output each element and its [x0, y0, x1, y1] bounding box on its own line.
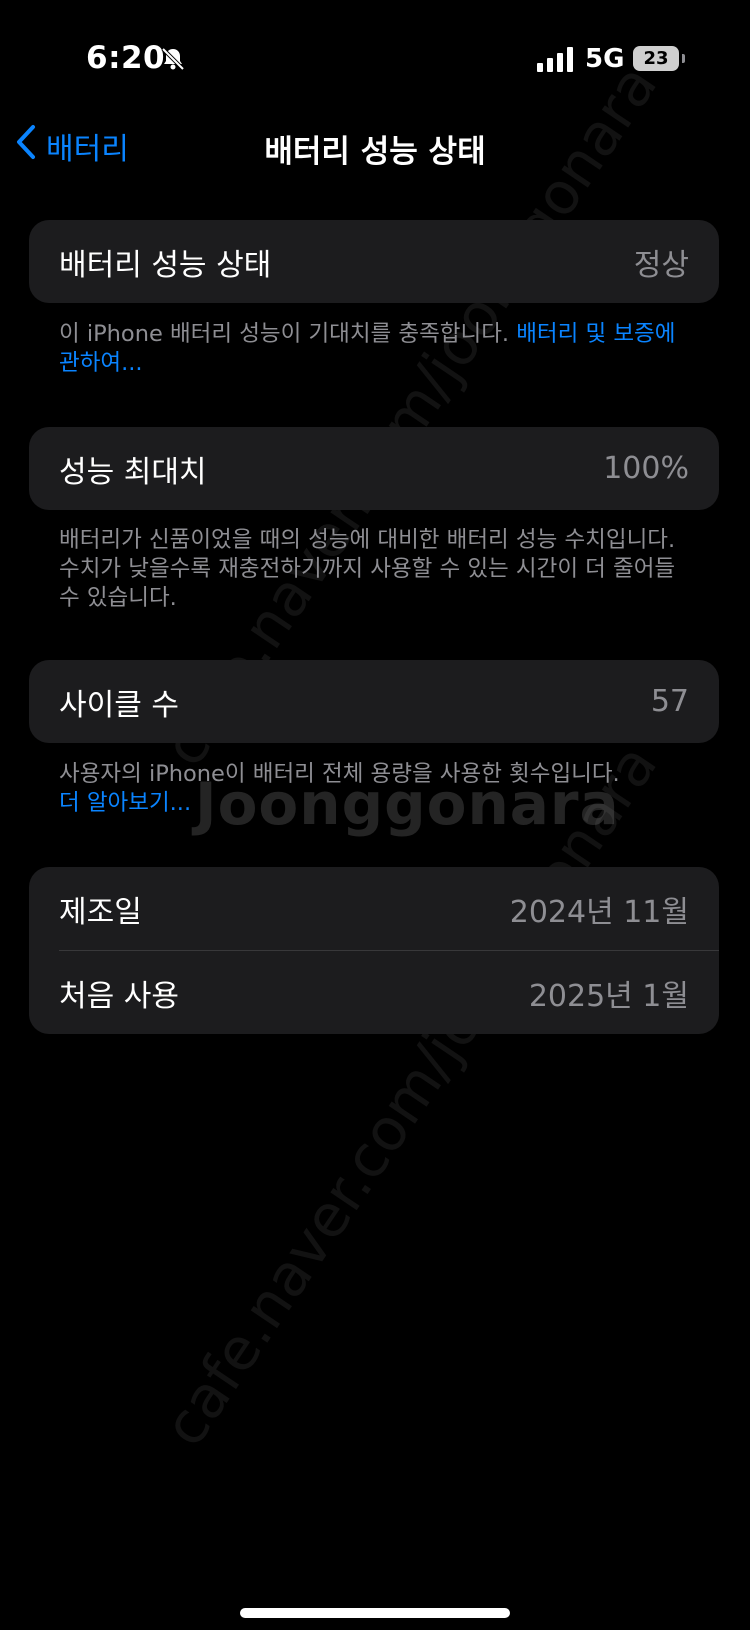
- max-capacity-row: 성능 최대치 100%: [29, 427, 719, 510]
- max-capacity-card: 성능 최대치 100%: [29, 427, 719, 510]
- first-use-label: 처음 사용: [59, 978, 179, 1014]
- max-capacity-value: 100%: [603, 451, 689, 486]
- battery-health-value: 정상: [633, 247, 689, 283]
- cycle-count-value: 57: [650, 684, 689, 719]
- cycle-count-note-text: 사용자의 iPhone이 배터리 전체 용량을 사용한 횟수입니다.: [59, 761, 620, 787]
- first-use-row: 처음 사용 2025년 1월: [29, 951, 719, 1034]
- battery-health-note: 이 iPhone 배터리 성능이 기대치를 충족합니다. 배터리 및 보증에 관…: [59, 320, 699, 378]
- cellular-signal-icon: [537, 46, 573, 72]
- learn-more-link[interactable]: 더 알아보기...: [59, 789, 699, 818]
- dates-card: 제조일 2024년 11월 처음 사용 2025년 1월: [29, 867, 719, 1034]
- navigation-bar: 배터리 배터리 성능 상태: [0, 112, 750, 178]
- battery-health-row: 배터리 성능 상태 정상: [29, 220, 719, 303]
- mute-bell-icon: [160, 46, 186, 76]
- cycle-count-card: 사이클 수 57: [29, 660, 719, 743]
- watermark-text: cafe.naver.com/joonggonara: [150, 732, 671, 1459]
- status-bar: 6:20 5G 23: [0, 0, 750, 120]
- manufacture-date-row: 제조일 2024년 11월: [29, 867, 719, 950]
- page-title: 배터리 성능 상태: [264, 134, 486, 170]
- home-indicator[interactable]: [240, 1608, 510, 1618]
- battery-icon: 23: [633, 46, 685, 71]
- max-capacity-label: 성능 최대치: [59, 454, 207, 490]
- battery-health-card: 배터리 성능 상태 정상: [29, 220, 719, 303]
- manufacture-date-value: 2024년 11월: [509, 894, 689, 930]
- cycle-count-row: 사이클 수 57: [29, 660, 719, 743]
- max-capacity-note: 배터리가 신품이었을 때의 성능에 대비한 배터리 성능 수치입니다. 수치가 …: [59, 527, 676, 611]
- battery-health-label: 배터리 성능 상태: [59, 247, 272, 283]
- status-time: 6:20: [86, 40, 166, 76]
- cycle-count-label: 사이클 수: [59, 687, 179, 723]
- network-type: 5G: [585, 44, 625, 74]
- battery-health-note-text: 이 iPhone 배터리 성능이 기대치를 충족합니다.: [59, 321, 517, 347]
- cycle-count-note: 사용자의 iPhone이 배터리 전체 용량을 사용한 횟수입니다. 더 알아보…: [59, 760, 699, 818]
- first-use-value: 2025년 1월: [528, 978, 689, 1014]
- manufacture-date-label: 제조일: [59, 894, 142, 930]
